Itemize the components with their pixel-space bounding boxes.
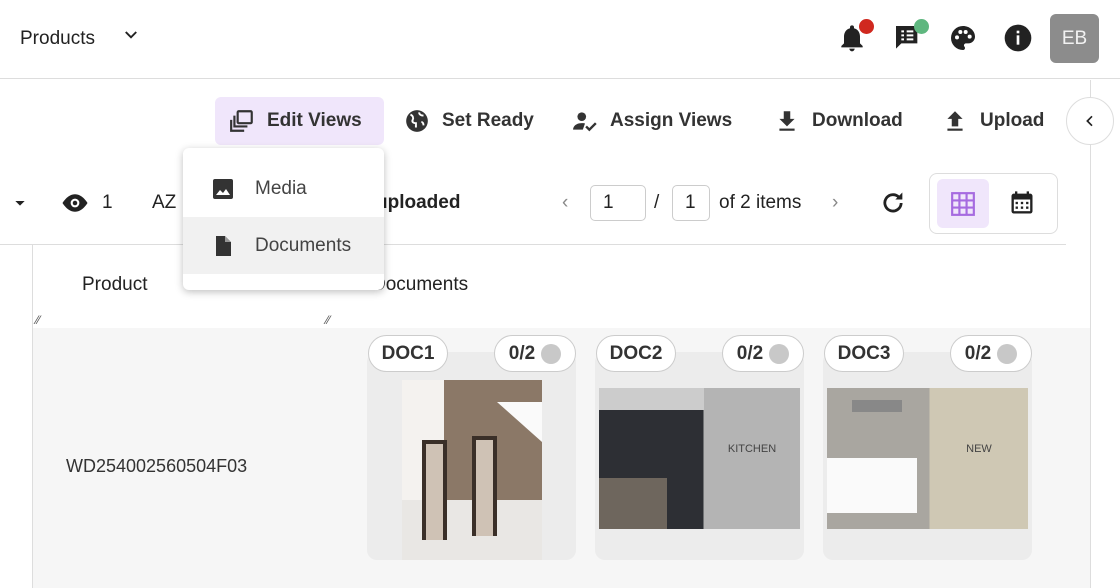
image-icon xyxy=(213,178,233,199)
user-avatar[interactable]: EB xyxy=(1050,14,1099,63)
product-id: WD254002560504F03 xyxy=(66,456,248,476)
sort-az-icon[interactable]: AZ xyxy=(152,185,176,221)
document-status-chip[interactable]: 0/2 xyxy=(494,335,576,372)
menu-item-label: Documents xyxy=(255,234,352,256)
person-check-icon xyxy=(573,112,597,132)
status-count: 0/2 xyxy=(508,342,536,364)
file-icon xyxy=(216,235,231,256)
document-label-chip: DOC3 xyxy=(824,335,904,372)
column-header-product[interactable]: Product xyxy=(82,274,147,296)
visibility-toggle[interactable]: 1 xyxy=(60,185,113,221)
document-card[interactable] xyxy=(367,352,576,560)
document-card[interactable]: NEW xyxy=(823,352,1032,560)
document-thumbnail xyxy=(402,380,542,560)
status-count: 0/2 xyxy=(736,342,764,364)
status-filter-text: uploaded xyxy=(376,192,461,213)
globe-icon xyxy=(769,343,790,364)
toolbar-divider xyxy=(0,244,1066,245)
copy-views-icon xyxy=(230,110,253,132)
upload-icon xyxy=(947,111,963,131)
panel-divider xyxy=(1090,80,1091,588)
globe-icon xyxy=(541,343,562,364)
document-label-chip: DOC1 xyxy=(368,335,448,372)
grid-view-button[interactable] xyxy=(937,179,989,228)
page-separator: / xyxy=(654,192,660,213)
document-thumbnail: KITCHEN xyxy=(599,388,800,529)
status-count: 0/2 xyxy=(964,342,992,364)
calendar-icon xyxy=(1011,191,1033,214)
page-input[interactable]: 1 xyxy=(590,185,646,221)
document-label-chip: DOC2 xyxy=(596,335,676,372)
refresh-icon[interactable] xyxy=(879,185,907,221)
caret-down-icon xyxy=(15,201,25,206)
menu-item-label: Media xyxy=(255,177,307,199)
edit-views-button[interactable]: Edit Views xyxy=(215,97,384,145)
column-dropdown-arrow[interactable] xyxy=(12,185,28,221)
column-resize-handle[interactable]: ⁄⁄ xyxy=(36,313,40,327)
globe-icon xyxy=(406,110,428,132)
document-status-chip[interactable]: 0/2 xyxy=(722,335,804,372)
download-icon xyxy=(779,111,795,131)
download-label: Download xyxy=(812,110,903,131)
menu-item-media[interactable]: Media xyxy=(183,160,384,217)
column-resize-handle[interactable]: ⁄⁄ xyxy=(326,313,330,327)
download-button[interactable]: Download xyxy=(760,97,917,145)
thumbnail-caption: KITCHEN xyxy=(727,443,777,455)
column-header-documents[interactable]: Documents xyxy=(372,274,468,296)
info-icon[interactable] xyxy=(1002,22,1036,56)
grid-icon xyxy=(951,191,975,216)
menu-item-documents[interactable]: Documents xyxy=(183,217,384,274)
collapse-panel-button[interactable] xyxy=(1066,97,1114,145)
visible-count: 1 xyxy=(102,192,113,213)
document-card[interactable]: KITCHEN xyxy=(595,352,804,560)
document-thumbnail: NEW xyxy=(827,388,1028,529)
calendar-view-button[interactable] xyxy=(1008,189,1036,222)
palette-icon[interactable] xyxy=(947,22,981,56)
page-total: 1 xyxy=(672,185,710,221)
upload-label: Upload xyxy=(980,110,1045,131)
chevron-down-icon[interactable] xyxy=(122,26,140,49)
thumbnail-caption: NEW xyxy=(966,443,992,455)
message-badge xyxy=(914,19,929,34)
chevron-left-icon xyxy=(1086,115,1093,127)
prev-page-button[interactable]: ‹ xyxy=(562,185,568,221)
set-ready-label: Set Ready xyxy=(442,110,534,131)
edit-views-menu: Media Documents xyxy=(183,148,384,290)
items-count: of 2 items xyxy=(719,192,802,213)
assign-views-label: Assign Views xyxy=(610,110,733,131)
globe-icon xyxy=(997,343,1018,364)
assign-views-button[interactable]: Assign Views xyxy=(558,97,746,145)
next-page-button[interactable]: › xyxy=(832,185,838,221)
chat-list-icon[interactable] xyxy=(892,19,929,56)
document-status-chip[interactable]: 0/2 xyxy=(950,335,1032,372)
notification-badge xyxy=(859,19,874,34)
page-title-dropdown[interactable]: Products xyxy=(20,28,95,50)
bell-icon[interactable] xyxy=(836,19,874,56)
eye-icon xyxy=(62,194,88,212)
set-ready-button[interactable]: Set Ready xyxy=(390,97,548,145)
edit-views-label: Edit Views xyxy=(267,110,362,131)
upload-button[interactable]: Upload xyxy=(928,97,1058,145)
